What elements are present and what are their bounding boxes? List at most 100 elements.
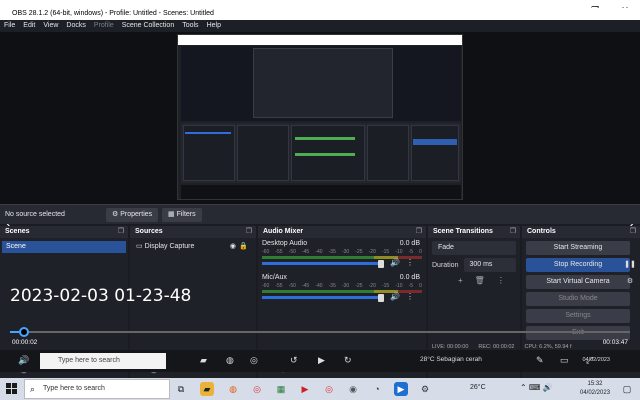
start-streaming-button[interactable]: Start Streaming: [526, 241, 630, 255]
controls-header: Controls ❐: [522, 226, 640, 238]
chrome-icon[interactable]: ◎: [250, 382, 264, 396]
filters-button[interactable]: ▦ Filters: [162, 208, 202, 222]
preview-nested-titlebar: [178, 35, 462, 45]
chrome-icon[interactable]: ◎: [322, 382, 336, 396]
more-icon[interactable]: ⋮: [406, 292, 414, 301]
settings-button[interactable]: Settings: [526, 309, 630, 323]
total-time: 00:03:47: [602, 339, 628, 346]
screen-icon[interactable]: ▭: [560, 355, 569, 366]
fader-handle[interactable]: [378, 260, 384, 268]
duration-input[interactable]: 300 ms: [464, 258, 516, 272]
obs-menu-bar: File Edit View Docks Profile Scene Colle…: [0, 20, 640, 32]
edit-icon[interactable]: ✎: [536, 355, 544, 366]
properties-button[interactable]: ⚙ Properties: [106, 208, 159, 222]
meter-scale: -60 -55 -50 -45 -40 -35 -30 -25 -20 -15 -10 -5 0: [262, 283, 422, 289]
channel-name: Desktop Audio: [262, 240, 308, 247]
media-player-icon[interactable]: ▶: [394, 382, 408, 396]
windows-taskbar: ⌕ Type here to search ⧉ ▰ ◍ ◎ ▦ ▶ ◎ ◉ ◔ …: [0, 378, 640, 400]
speaker-icon[interactable]: 🔊: [390, 258, 400, 267]
preview-nested-taskbar: [181, 185, 461, 199]
preview-canvas[interactable]: [177, 34, 463, 200]
remove-icon[interactable]: 🗑: [475, 276, 485, 285]
channel-db: 0.0 dB: [399, 240, 420, 247]
no-source-label: No source selected: [5, 211, 65, 218]
volume-fader[interactable]: [262, 296, 384, 299]
notification-icon[interactable]: ▢: [620, 382, 634, 396]
app-icon[interactable]: ◔: [370, 382, 384, 396]
stop-recording-button[interactable]: Stop Recording: [526, 258, 630, 272]
taskbar-clock[interactable]: 15:32 04/02/2023: [580, 380, 610, 398]
volume-icon[interactable]: 🔊: [18, 355, 29, 366]
channel-name: Mic/Aux: [262, 274, 287, 281]
firefox-icon[interactable]: ◍: [226, 382, 240, 396]
seek-track[interactable]: [10, 331, 630, 333]
start-virtual-camera-button[interactable]: Start Virtual Camera: [526, 275, 630, 289]
clock-time: 15:32: [587, 381, 603, 387]
play-icon[interactable]: ▶: [318, 355, 325, 366]
mixer-channel-desktop: Desktop Audio 0.0 dB -60 -55 -50 -45 -40 -35-…: [258, 238, 426, 272]
transitions-header: Scene Transitions ❐: [428, 226, 520, 238]
source-item[interactable]: ▭ Display Capture ◉ 🔒: [130, 241, 256, 253]
properties-label: Properties: [120, 211, 153, 218]
rewind-icon[interactable]: ↺: [290, 355, 298, 366]
studio-mode-button[interactable]: Studio Mode: [526, 292, 630, 306]
filters-label: Filters: [176, 211, 196, 218]
mixer-channel-mic: Mic/Aux 0.0 dB -60 -55 -50 -45 -40 -35 -30 -25-…: [258, 272, 426, 306]
system-tray-icons[interactable]: ⌃ ⌨ 🔊: [520, 383, 553, 392]
scenes-title: Scenes: [5, 228, 30, 235]
controls-title: Controls: [527, 228, 556, 235]
transition-select[interactable]: Fade: [432, 241, 516, 255]
mixer-header: Audio Mixer ❐: [258, 226, 426, 238]
undock-icon[interactable]: ❐: [416, 226, 422, 238]
lock-icon[interactable]: 🔒: [239, 241, 248, 253]
gear-icon[interactable]: ⚙: [624, 275, 636, 289]
windows-start-icon[interactable]: [6, 383, 18, 395]
seek-handle[interactable]: [19, 327, 29, 337]
menu-scene-collection[interactable]: Scene Collection: [122, 20, 175, 32]
undock-icon[interactable]: ❐: [630, 226, 636, 238]
elapsed-time: 00:00:02: [12, 339, 38, 346]
obs-icon[interactable]: ◉: [346, 382, 360, 396]
scene-item[interactable]: Scene: [2, 241, 126, 253]
recorded-weather: 28°C Sebagian cerah: [420, 356, 482, 363]
folder-icon: ▰: [200, 355, 207, 365]
exit-button[interactable]: Exit: [526, 326, 630, 340]
volume-fader[interactable]: [262, 262, 384, 265]
search-icon: ⌕: [30, 384, 36, 394]
recorded-taskbar: 🔊 Type here to search ▰ ◍ ◎ ↺ ▶ ↻ 28°C S…: [0, 350, 640, 372]
clock-date: 04/02/2023: [580, 390, 611, 396]
taskbar-weather[interactable]: 26°C: [470, 384, 486, 391]
mixer-title: Audio Mixer: [263, 228, 304, 235]
media-icon[interactable]: ▶: [298, 382, 312, 396]
pause-icon[interactable]: ❚❚: [624, 258, 636, 272]
menu-help[interactable]: Help: [207, 20, 221, 32]
eye-icon[interactable]: ◉: [230, 241, 236, 253]
undock-icon[interactable]: ❐: [510, 226, 516, 238]
menu-file[interactable]: File: [4, 20, 15, 32]
taskbar-search[interactable]: ⌕ Type here to search: [24, 379, 170, 399]
undock-icon[interactable]: ❐: [118, 226, 124, 238]
more-icon[interactable]: ⋮: [406, 258, 414, 267]
recorded-search-box: Type here to search: [40, 353, 166, 369]
file-explorer-icon[interactable]: ▰: [200, 382, 214, 396]
fader-handle[interactable]: [378, 294, 384, 302]
forward-icon[interactable]: ↻: [344, 355, 352, 366]
app-icon[interactable]: ▦: [274, 382, 288, 396]
menu-edit[interactable]: Edit: [23, 20, 35, 32]
menu-view[interactable]: View: [43, 20, 58, 32]
menu-docks[interactable]: Docks: [66, 20, 85, 32]
task-view-icon[interactable]: ⧉: [174, 382, 188, 396]
settings-icon[interactable]: ⚙: [418, 382, 432, 396]
menu-tools[interactable]: Tools: [182, 20, 198, 32]
firefox-icon: ◍: [226, 355, 234, 365]
menu-profile[interactable]: Profile: [94, 20, 114, 32]
preview-nested-screen: [181, 46, 461, 121]
speaker-icon[interactable]: 🔊: [390, 292, 400, 301]
more-icon[interactable]: ⋮: [497, 276, 505, 285]
source-toolbar: No source selected ⚙ Properties ▦ Filter…: [0, 204, 640, 224]
undock-icon[interactable]: ❐: [246, 226, 252, 238]
preview-area: [0, 32, 640, 204]
add-icon[interactable]: +: [458, 276, 463, 285]
preview-nested-window: [253, 48, 393, 118]
monitor-icon: ▭: [136, 243, 143, 250]
